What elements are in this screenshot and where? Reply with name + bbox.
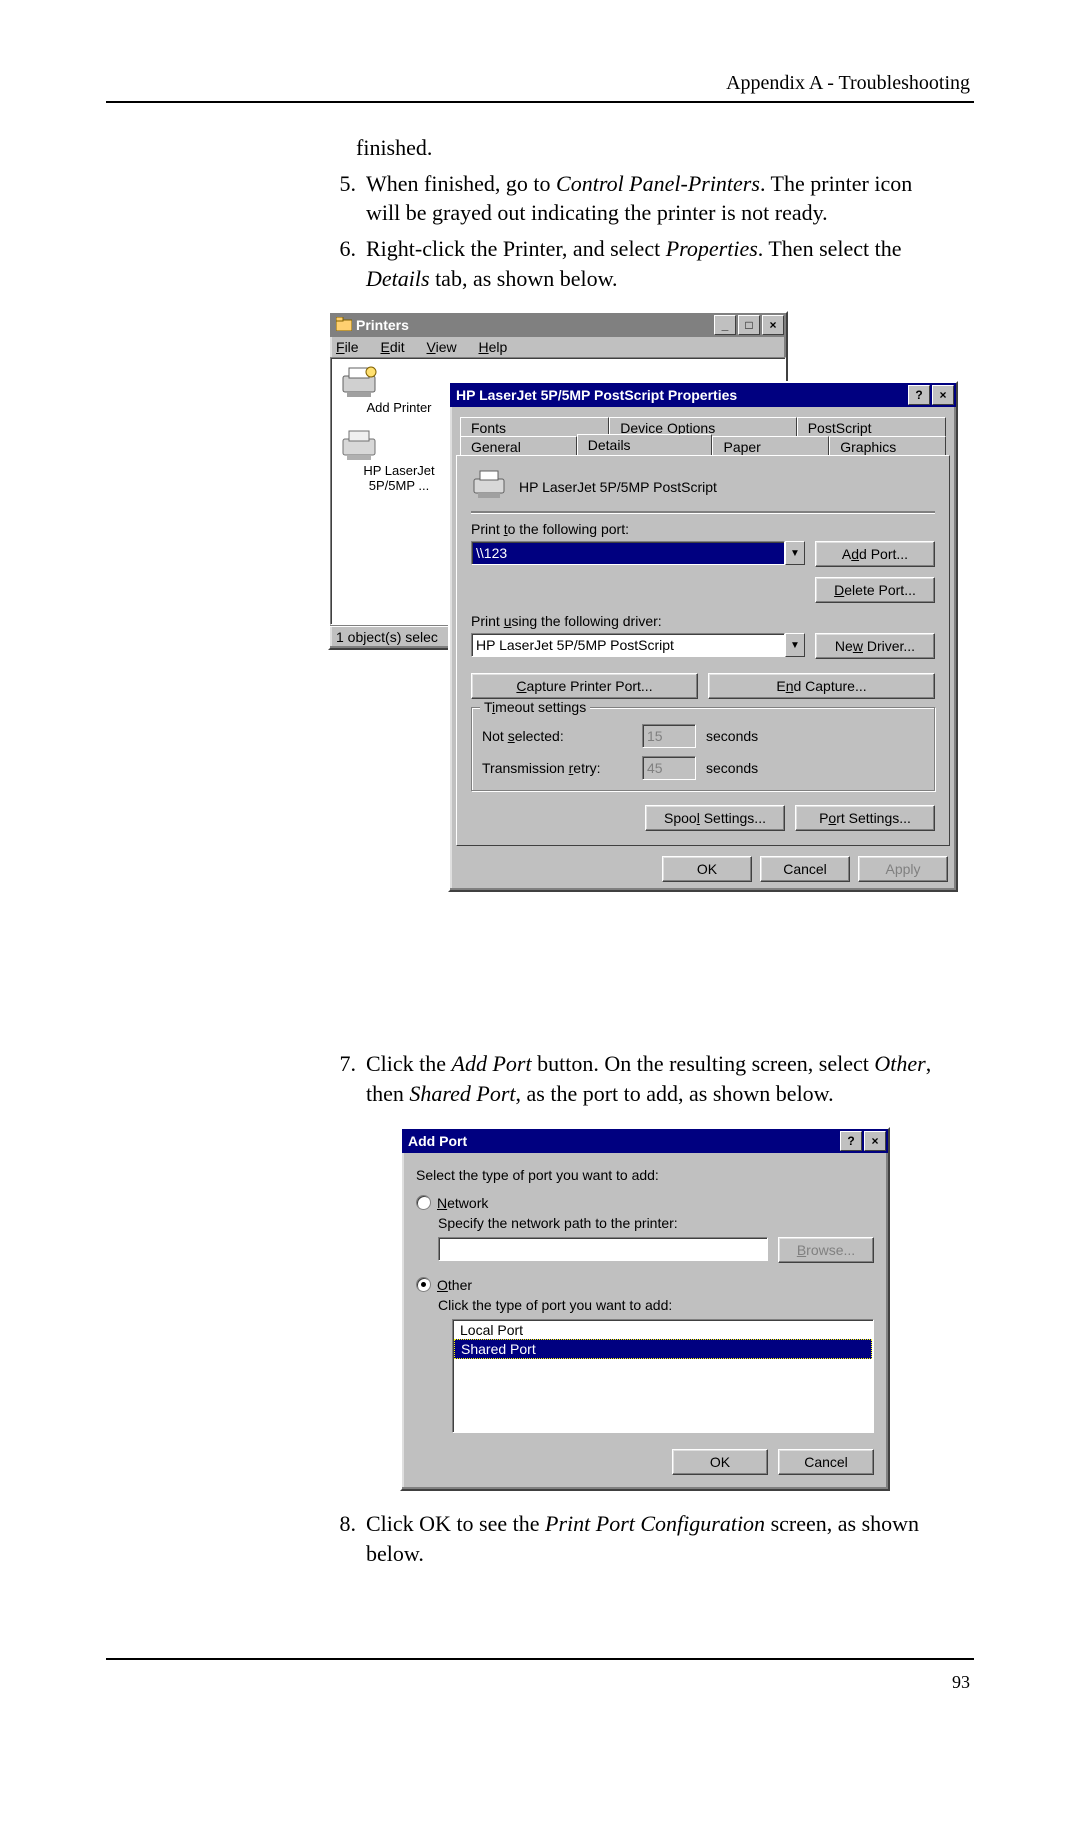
- menu-help[interactable]: Help: [479, 339, 508, 355]
- tab-paper[interactable]: Paper: [712, 436, 829, 457]
- driver-combo[interactable]: HP LaserJet 5P/5MP PostScript: [471, 633, 785, 657]
- printers-titlebar: Printers _ □ ×: [330, 313, 786, 337]
- radio-other[interactable]: Other: [416, 1277, 874, 1293]
- close-button[interactable]: ×: [762, 315, 784, 335]
- menu-view[interactable]: View: [427, 339, 457, 355]
- help-button[interactable]: ?: [840, 1131, 862, 1151]
- properties-titlebar: HP LaserJet 5P/5MP PostScript Properties…: [450, 383, 956, 407]
- running-head: Appendix A - Troubleshooting: [100, 72, 970, 95]
- help-button[interactable]: ?: [908, 385, 930, 405]
- printer-name: HP LaserJet 5P/5MP PostScript: [519, 479, 717, 495]
- step-7-text: Click the Add Port button. On the result…: [366, 1049, 940, 1108]
- ok-button[interactable]: OK: [672, 1449, 768, 1475]
- printer-icon: [339, 429, 459, 463]
- not-selected-input[interactable]: 15: [642, 724, 696, 748]
- step-6-text: Right-click the Printer, and select Prop…: [366, 234, 940, 293]
- minimize-button[interactable]: _: [714, 315, 736, 335]
- port-type-listbox[interactable]: Local Port Shared Port: [452, 1319, 874, 1433]
- radio-network[interactable]: Network: [416, 1195, 874, 1211]
- ok-button[interactable]: OK: [662, 856, 752, 882]
- page-number: 93: [100, 1672, 970, 1693]
- close-button[interactable]: ×: [864, 1131, 886, 1151]
- printer-properties-dialog: HP LaserJet 5P/5MP PostScript Properties…: [448, 381, 958, 892]
- add-printer-item[interactable]: Add Printer: [339, 366, 459, 415]
- network-hint: Specify the network path to the printer:: [438, 1215, 874, 1231]
- retry-input[interactable]: 45: [642, 756, 696, 780]
- step-5-number: 5.: [320, 169, 366, 228]
- add-printer-icon: [339, 366, 459, 400]
- printers-window-title: Printers: [356, 317, 712, 333]
- tab-postscript[interactable]: PostScript: [797, 417, 946, 438]
- spool-settings-button[interactable]: Spool Settings...: [645, 805, 785, 831]
- other-hint: Click the type of port you want to add:: [438, 1297, 874, 1313]
- retry-label: Transmission retry:: [482, 760, 632, 776]
- addport-prompt: Select the type of port you want to add:: [416, 1167, 874, 1183]
- add-port-button[interactable]: Add Port...: [815, 541, 935, 567]
- delete-port-button[interactable]: Delete Port...: [815, 577, 935, 603]
- printers-menubar: File Edit View Help: [330, 337, 786, 357]
- port-combo-dropdown[interactable]: ▼: [785, 541, 805, 565]
- network-path-input[interactable]: [438, 1237, 768, 1261]
- port-combo[interactable]: \\123: [471, 541, 785, 565]
- list-item-local-port[interactable]: Local Port: [454, 1321, 872, 1339]
- seconds-label-1: seconds: [706, 728, 758, 744]
- browse-button[interactable]: Browse...: [778, 1237, 874, 1263]
- cancel-button[interactable]: Cancel: [778, 1449, 874, 1475]
- driver-label: Print using the following driver:: [471, 613, 935, 629]
- step-8-number: 8.: [320, 1509, 366, 1568]
- step-6-number: 6.: [320, 234, 366, 293]
- apply-button[interactable]: Apply: [858, 856, 948, 882]
- tab-general[interactable]: General: [460, 436, 577, 457]
- menu-edit[interactable]: Edit: [380, 339, 404, 355]
- add-printer-label: Add Printer: [339, 400, 459, 415]
- maximize-button[interactable]: □: [738, 315, 760, 335]
- port-settings-button[interactable]: Port Settings...: [795, 805, 935, 831]
- radio-network-label: Network: [437, 1195, 488, 1211]
- new-driver-button[interactable]: New Driver...: [815, 633, 935, 659]
- radio-icon: [416, 1195, 431, 1210]
- step-7-number: 7.: [320, 1049, 366, 1108]
- menu-file[interactable]: File: [336, 339, 359, 355]
- hp-printer-item[interactable]: HP LaserJet 5P/5MP ...: [339, 429, 459, 493]
- addport-titlebar: Add Port ? ×: [402, 1129, 888, 1153]
- properties-title: HP LaserJet 5P/5MP PostScript Properties: [456, 387, 906, 403]
- step-finished-continuation: finished.: [356, 133, 940, 163]
- folder-icon: [336, 317, 352, 334]
- radio-icon: [416, 1277, 431, 1292]
- end-capture-button[interactable]: End Capture...: [708, 673, 935, 699]
- hp-printer-label: HP LaserJet 5P/5MP ...: [339, 463, 459, 493]
- timeout-group: Timeout settings Not selected: 15 second…: [471, 707, 935, 791]
- step-5-text: When finished, go to Control Panel-Print…: [366, 169, 940, 228]
- driver-combo-dropdown[interactable]: ▼: [785, 633, 805, 657]
- tab-details[interactable]: Details: [577, 434, 713, 455]
- not-selected-label: Not selected:: [482, 728, 632, 744]
- footer-rule: [106, 1658, 974, 1660]
- tab-graphics[interactable]: Graphics: [829, 436, 946, 457]
- radio-other-label: Other: [437, 1277, 472, 1293]
- list-item-shared-port[interactable]: Shared Port: [454, 1339, 872, 1359]
- header-rule: [106, 101, 974, 103]
- port-label: Print to the following port:: [471, 521, 935, 537]
- close-button[interactable]: ×: [932, 385, 954, 405]
- step-8-text: Click OK to see the Print Port Configura…: [366, 1509, 940, 1568]
- cancel-button[interactable]: Cancel: [760, 856, 850, 882]
- printer-icon: [471, 470, 507, 503]
- seconds-label-2: seconds: [706, 760, 758, 776]
- addport-title: Add Port: [408, 1133, 838, 1149]
- capture-port-button[interactable]: Capture Printer Port...: [471, 673, 698, 699]
- timeout-legend: Timeout settings: [480, 699, 590, 715]
- add-port-dialog: Add Port ? × Select the type of port you…: [400, 1127, 890, 1491]
